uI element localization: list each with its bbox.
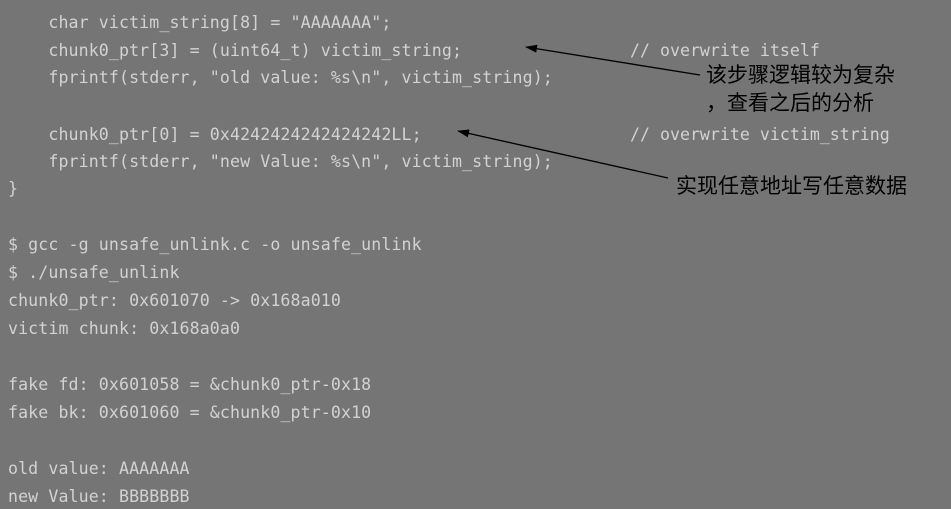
terminal-output-chunk0-ptr: chunk0_ptr: 0x601070 -> 0x168a010: [8, 291, 341, 310]
terminal-command-run: $ ./unsafe_unlink: [8, 263, 180, 282]
terminal-output-fake-fd: fake fd: 0x601058 = &chunk0_ptr-0x18: [8, 375, 372, 394]
code-line-chunk0-ptr-0: chunk0_ptr[0] = 0x4242424242424242LL;: [8, 125, 422, 144]
code-line-fprintf-old: fprintf(stderr, "old value: %s\n", victi…: [8, 68, 553, 87]
code-line-victim-string: char victim_string[8] = "AAAAAAA";: [8, 13, 392, 32]
terminal-output-victim-chunk: victim chunk: 0x168a0a0: [8, 319, 241, 338]
terminal-output-fake-bk: fake bk: 0x601060 = &chunk0_ptr-0x10: [8, 403, 372, 422]
comment-overwrite-victim-string: // overwrite victim_string: [630, 125, 890, 144]
terminal-output-new-value: new Value: BBBBBBB: [8, 487, 190, 506]
code-line-chunk0-ptr-3: chunk0_ptr[3] = (uint64_t) victim_string…: [8, 41, 463, 60]
code-line-closing-brace: }: [8, 179, 19, 198]
annotation-note-complex-step: 该步骤逻辑较为复杂: [706, 63, 895, 87]
terminal-output-old-value: old value: AAAAAAA: [8, 459, 190, 478]
annotation-note-arbitrary-write: 实现任意地址写任意数据: [676, 174, 907, 198]
terminal-command-gcc: $ gcc -g unsafe_unlink.c -o unsafe_unlin…: [8, 235, 422, 254]
annotated-code-figure: char victim_string[8] = "AAAAAAA"; chunk…: [0, 0, 951, 509]
code-line-fprintf-new: fprintf(stderr, "new Value: %s\n", victi…: [8, 152, 553, 171]
annotation-note-see-analysis: ，查看之后的分析: [706, 91, 874, 115]
